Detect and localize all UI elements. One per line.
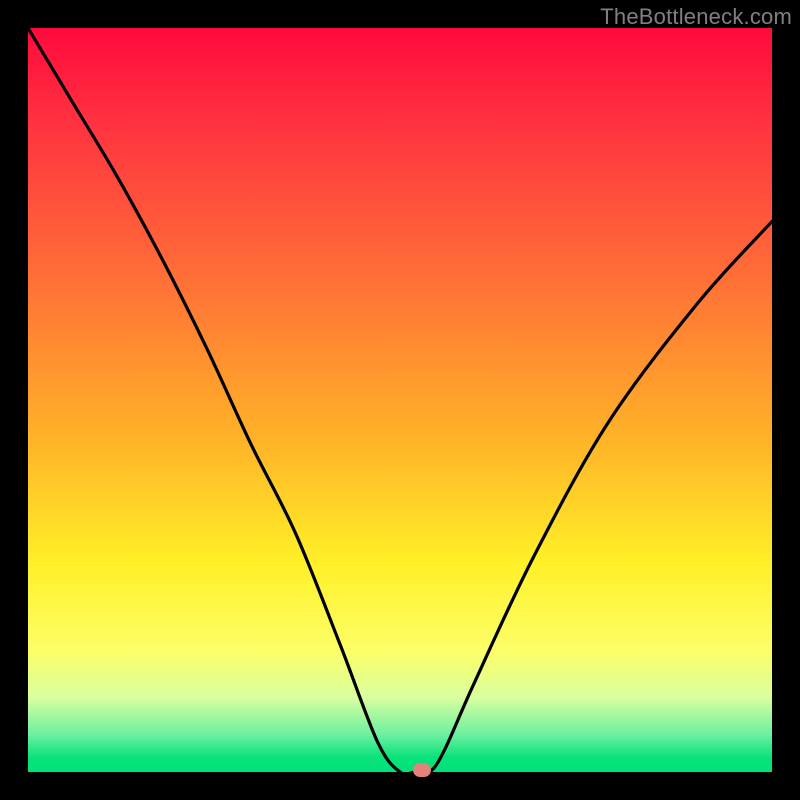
watermark-text: TheBottleneck.com xyxy=(600,4,792,30)
chart-frame: TheBottleneck.com xyxy=(0,0,800,800)
optimal-marker xyxy=(413,763,431,777)
plot-area xyxy=(28,28,772,772)
bottleneck-curve xyxy=(28,28,772,772)
